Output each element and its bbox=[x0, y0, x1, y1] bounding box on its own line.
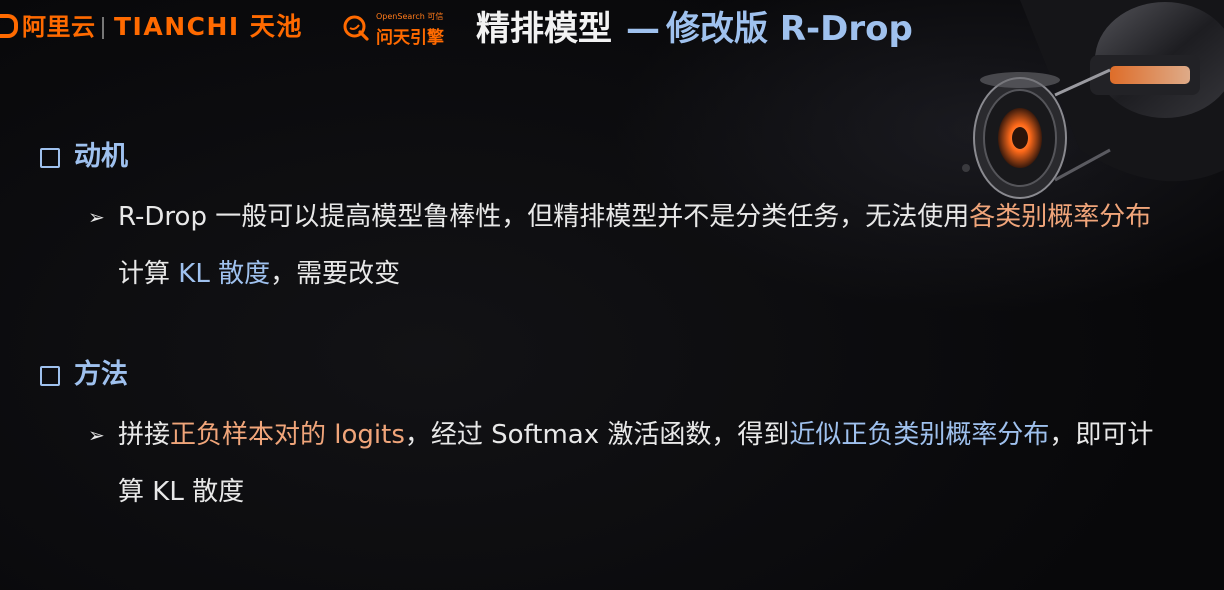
bullet-text-part: R-Drop 一般可以提高模型鲁棒性，但精排模型并不是分类任务，无法使用 bbox=[118, 202, 970, 232]
bullet-highlight-blue: 近似正负类别概率分布 bbox=[789, 420, 1050, 450]
arrow-right-icon: ➢ bbox=[88, 205, 105, 229]
aliyun-logo: 阿里云 bbox=[0, 10, 96, 44]
checkbox-icon bbox=[40, 366, 60, 386]
section-title: 方法 bbox=[74, 359, 128, 390]
bullet-highlight-orange: 各类别概率分布 bbox=[969, 202, 1152, 232]
header: 阿里云 TIANCHI 天池 OpenSearch 可信 问天引擎 精排模型 — 修… bbox=[0, 0, 1000, 58]
page-title: 精排模型 — 修改版 R-Drop bbox=[476, 6, 913, 52]
section-heading: 方法 bbox=[40, 355, 1168, 395]
bullet-item: ➢ 拼接正负样本对的 logits，经过 Softmax 激活函数，得到近似正负… bbox=[88, 407, 1168, 521]
bullet-text-part: 计算 bbox=[118, 259, 179, 289]
bullet-text: 拼接正负样本对的 logits，经过 Softmax 激活函数，得到近似正负类别… bbox=[88, 407, 1168, 521]
brand-divider bbox=[102, 17, 104, 39]
bullet-text-part: ，需要改变 bbox=[270, 259, 401, 289]
aliyun-brand-text: 阿里云 bbox=[22, 13, 96, 41]
wentian-engine-label: 问天引擎 bbox=[376, 28, 444, 48]
bullet-highlight-orange: 正负样本对的 logits bbox=[170, 420, 405, 450]
bullet-text-part: ，经过 Softmax 激活函数，得到 bbox=[404, 420, 790, 450]
section-title: 动机 bbox=[74, 141, 128, 172]
bullet-text-part: 拼接 bbox=[118, 420, 171, 450]
title-sub: 修改版 R-Drop bbox=[666, 9, 913, 49]
bullet-highlight-blue: KL 散度 bbox=[178, 259, 271, 289]
aliyun-mark-icon bbox=[0, 14, 18, 38]
slide: 阿里云 TIANCHI 天池 OpenSearch 可信 问天引擎 精排模型 — 修… bbox=[0, 0, 1224, 590]
section-motivation: 动机 ➢ R-Drop 一般可以提高模型鲁棒性，但精排模型并不是分类任务，无法使… bbox=[40, 137, 1168, 303]
bullet-item: ➢ R-Drop 一般可以提高模型鲁棒性，但精排模型并不是分类任务，无法使用各类… bbox=[88, 189, 1168, 303]
section-heading: 动机 bbox=[40, 137, 1168, 177]
tianchi-logo: TIANCHI 天池 bbox=[114, 12, 303, 41]
arrow-right-icon: ➢ bbox=[88, 423, 105, 447]
section-method: 方法 ➢ 拼接正负样本对的 logits，经过 Softmax 激活函数，得到近… bbox=[40, 355, 1168, 521]
opensearch-label: OpenSearch 可信 bbox=[376, 12, 444, 21]
bullet-text: R-Drop 一般可以提高模型鲁棒性，但精排模型并不是分类任务，无法使用各类别概… bbox=[88, 189, 1168, 303]
checkbox-icon bbox=[40, 148, 60, 168]
search-q-icon bbox=[343, 15, 369, 41]
title-main: 精排模型 bbox=[476, 9, 612, 49]
title-dash: — bbox=[626, 9, 660, 49]
